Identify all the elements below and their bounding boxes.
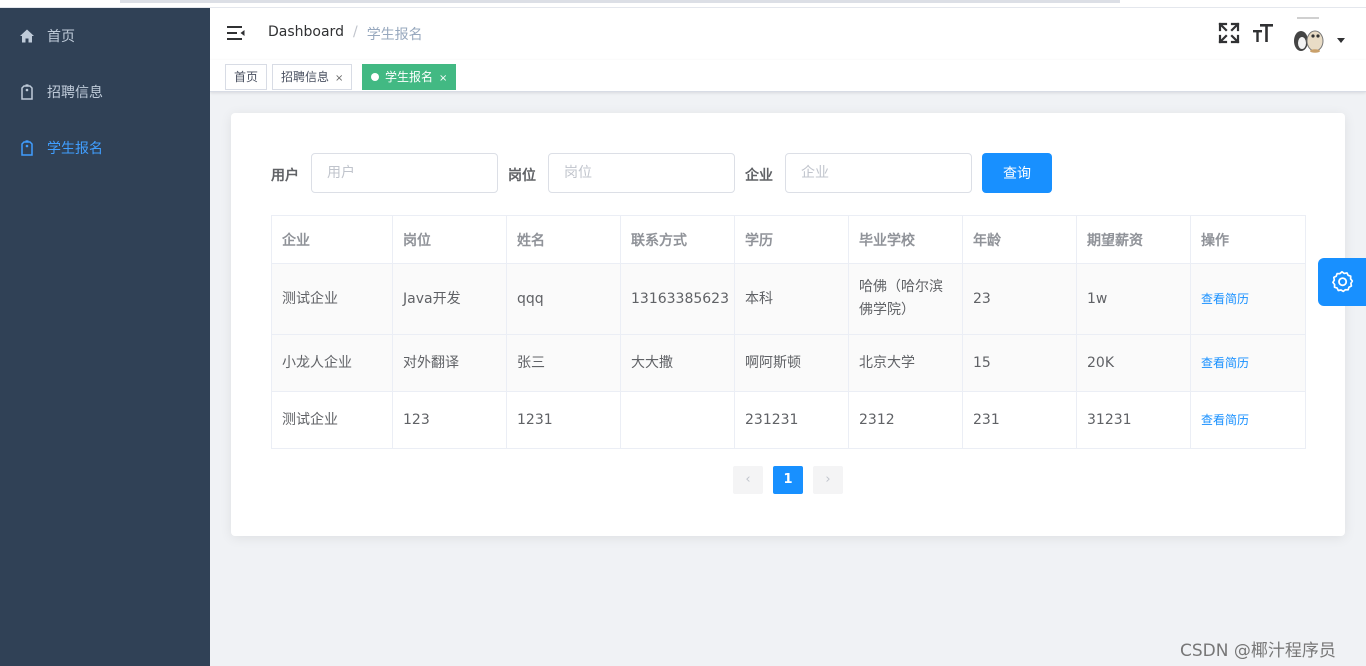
table-header-row: 企业 岗位 姓名 联系方式 学历 毕业学校 年龄 期望薪资 操作 [271, 215, 1306, 264]
next-page-button[interactable]: › [813, 466, 843, 494]
active-dot-icon [371, 73, 379, 81]
breadcrumb-separator: / [352, 24, 358, 40]
navbar: Dashboard / 学生报名 [210, 8, 1366, 60]
cell-age: 15 [962, 334, 1077, 392]
company-input[interactable] [785, 153, 972, 193]
sidebar-item-label: 首页 [47, 29, 75, 45]
close-icon[interactable]: × [439, 73, 447, 84]
view-resume-link[interactable]: 查看简历 [1201, 413, 1249, 427]
user-label: 用户 [271, 168, 299, 184]
cell-name: 1231 [506, 391, 621, 449]
cell-education: 啊阿斯顿 [734, 334, 849, 392]
gear-icon [1332, 270, 1354, 293]
query-button[interactable]: 查询 [982, 153, 1052, 193]
watermark: CSDN @椰汁程序员 [1180, 641, 1336, 661]
cell-education: 本科 [734, 263, 849, 335]
tag-icon [21, 84, 33, 100]
view-resume-link[interactable]: 查看简历 [1201, 356, 1249, 370]
cell-company: 测试企业 [271, 391, 393, 449]
fullscreen-icon[interactable] [1218, 22, 1240, 44]
breadcrumb-home[interactable]: Dashboard [268, 24, 344, 44]
page-number-current[interactable]: 1 [773, 466, 803, 494]
cell-company: 小龙人企业 [271, 334, 393, 392]
column-header: 年龄 [962, 215, 1077, 264]
cell-education: 231231 [734, 391, 849, 449]
company-label: 企业 [745, 168, 773, 184]
cell-action: 查看简历 [1190, 391, 1306, 449]
font-size-icon[interactable] [1252, 22, 1274, 44]
cell-contact [620, 391, 735, 449]
table-row: 测试企业 Java开发 qqq 13163385623 本科 哈佛（哈尔滨佛学院… [271, 263, 1306, 335]
position-label: 岗位 [508, 168, 536, 184]
pagination: ‹ 1 › [231, 466, 1345, 494]
settings-button[interactable] [1318, 258, 1366, 306]
sidebar-item-label: 学生报名 [47, 141, 103, 157]
tag-home[interactable]: 首页 [225, 64, 268, 90]
caret-down-icon[interactable] [1337, 38, 1345, 43]
cell-contact: 大大撒 [620, 334, 735, 392]
user-input[interactable] [311, 153, 498, 193]
cell-name: 张三 [506, 334, 621, 392]
column-header: 岗位 [392, 215, 507, 264]
cell-school: 北京大学 [848, 334, 963, 392]
sidebar-item-recruit-info[interactable]: 招聘信息 [0, 64, 210, 120]
position-input[interactable] [548, 153, 735, 193]
cell-school: 哈佛（哈尔滨佛学院） [848, 263, 963, 335]
breadcrumb-current: 学生报名 [366, 27, 423, 43]
cell-salary: 1w [1076, 263, 1191, 335]
cell-age: 23 [962, 263, 1077, 335]
signup-table: 企业 岗位 姓名 联系方式 学历 毕业学校 年龄 期望薪资 操作 测试企业 Ja… [271, 215, 1306, 449]
cell-salary: 31231 [1076, 391, 1191, 449]
tag-label: 首页 [234, 70, 259, 84]
column-header: 操作 [1190, 215, 1306, 264]
tag-student-signup[interactable]: 学生报名 × [362, 64, 457, 90]
cell-company: 测试企业 [271, 263, 393, 335]
menu-fold-icon[interactable] [226, 23, 246, 43]
sidebar-item-label: 招聘信息 [47, 85, 103, 101]
cell-contact: 13163385623 [620, 263, 735, 335]
column-header: 联系方式 [620, 215, 735, 264]
cell-name: qqq [506, 263, 621, 335]
cell-action: 查看简历 [1190, 334, 1306, 392]
cell-position: 对外翻译 [392, 334, 507, 392]
tag-label: 招聘信息 [281, 70, 330, 84]
tag-icon [21, 140, 33, 156]
main-card: 用户 岗位 企业 查询 企业 岗位 姓名 联系方式 学历 毕业学校 年龄 期望薪… [231, 113, 1345, 536]
cell-position: 123 [392, 391, 507, 449]
prev-page-button[interactable]: ‹ [733, 466, 763, 494]
avatar[interactable] [1288, 14, 1328, 54]
window-top-bar [120, 0, 1120, 3]
breadcrumb: Dashboard / 学生报名 [268, 24, 423, 44]
column-header: 期望薪资 [1076, 215, 1191, 264]
view-resume-link[interactable]: 查看简历 [1201, 292, 1249, 306]
tag-recruit-info[interactable]: 招聘信息 × [272, 64, 353, 90]
sidebar: 首页 招聘信息 学生报名 [0, 8, 210, 666]
close-icon[interactable]: × [335, 73, 343, 84]
column-header: 姓名 [506, 215, 621, 264]
cell-school: 2312 [848, 391, 963, 449]
table-row: 小龙人企业 对外翻译 张三 大大撒 啊阿斯顿 北京大学 15 20K 查看简历 [271, 334, 1306, 392]
tags-view: 首页 招聘信息 × 学生报名 × [210, 60, 1366, 92]
cell-position: Java开发 [392, 263, 507, 335]
cell-action: 查看简历 [1190, 263, 1306, 335]
sidebar-item-student-signup[interactable]: 学生报名 [0, 120, 210, 176]
column-header: 企业 [271, 215, 393, 264]
table-row: 测试企业 123 1231 231231 2312 231 31231 查看简历 [271, 391, 1306, 449]
column-header: 学历 [734, 215, 849, 264]
column-header: 毕业学校 [848, 215, 963, 264]
tag-label: 学生报名 [385, 70, 434, 84]
cell-age: 231 [962, 391, 1077, 449]
cell-salary: 20K [1076, 334, 1191, 392]
home-icon [20, 29, 34, 43]
window-top-strip [0, 0, 1366, 8]
sidebar-item-home[interactable]: 首页 [0, 8, 210, 64]
